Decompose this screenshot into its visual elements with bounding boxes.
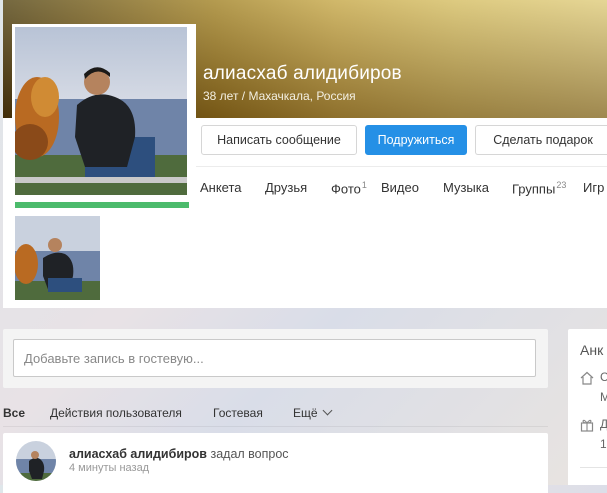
feed-action: задал вопрос — [210, 447, 289, 461]
chevron-down-icon — [322, 405, 333, 416]
sidebar-birthday-line1: Д — [600, 417, 607, 431]
groups-count: 23 — [556, 180, 567, 190]
photos-count: 1 — [361, 180, 367, 190]
filter-user-actions[interactable]: Действия пользователя — [50, 406, 182, 420]
feed-author-line: алиасхаб алидибиров задал вопрос — [69, 447, 289, 461]
tab-music[interactable]: Музыка — [443, 180, 489, 195]
sidebar-divider — [580, 467, 607, 468]
filter-all[interactable]: Все — [3, 406, 25, 420]
tab-games[interactable]: Игр — [583, 180, 604, 195]
sidebar-location-line1: С — [600, 370, 607, 384]
tab-photos[interactable]: Фото1 — [331, 180, 367, 196]
guestbook-card — [3, 329, 548, 388]
profile-name[interactable]: алиасхаб алидибиров — [203, 63, 402, 85]
online-indicator — [15, 202, 189, 208]
home-icon — [580, 371, 594, 385]
photo-thumbnail[interactable] — [15, 216, 100, 300]
info-sidebar-card: Анк С М Д 1 — [568, 329, 607, 485]
add-friend-button[interactable]: Подружиться — [365, 125, 467, 155]
send-gift-button[interactable]: Сделать подарок — [475, 125, 607, 155]
profile-card: алиасхаб алидибиров 38 лет / Махачкала, … — [3, 0, 607, 308]
profile-subtitle: 38 лет / Махачкала, Россия — [203, 89, 356, 103]
feed-item: алиасхаб алидибиров задал вопрос 4 минут… — [3, 433, 548, 493]
tab-groups[interactable]: Группы23 — [512, 180, 566, 196]
filters-divider — [3, 426, 548, 427]
gift-icon — [580, 419, 594, 432]
tab-profile[interactable]: Анкета — [200, 180, 242, 195]
avatar[interactable] — [12, 24, 196, 208]
feed-author-name[interactable]: алиасхаб алидибиров — [69, 447, 207, 461]
feed-avatar[interactable] — [16, 441, 56, 481]
guestbook-input[interactable] — [13, 339, 536, 377]
tabs-divider — [189, 166, 607, 167]
sidebar-title: Анк — [580, 342, 604, 358]
tab-friends[interactable]: Друзья — [265, 180, 307, 195]
filter-more[interactable]: Ещё — [293, 405, 333, 420]
sidebar-location-line2: М — [600, 390, 607, 404]
send-message-button[interactable]: Написать сообщение — [201, 125, 357, 155]
sidebar-birthday-line2: 1 — [600, 437, 607, 451]
tab-video[interactable]: Видео — [381, 180, 419, 195]
filter-guestbook[interactable]: Гостевая — [213, 406, 263, 420]
avatar-photo[interactable] — [15, 27, 187, 195]
feed-timestamp[interactable]: 4 минуты назад — [69, 462, 149, 474]
